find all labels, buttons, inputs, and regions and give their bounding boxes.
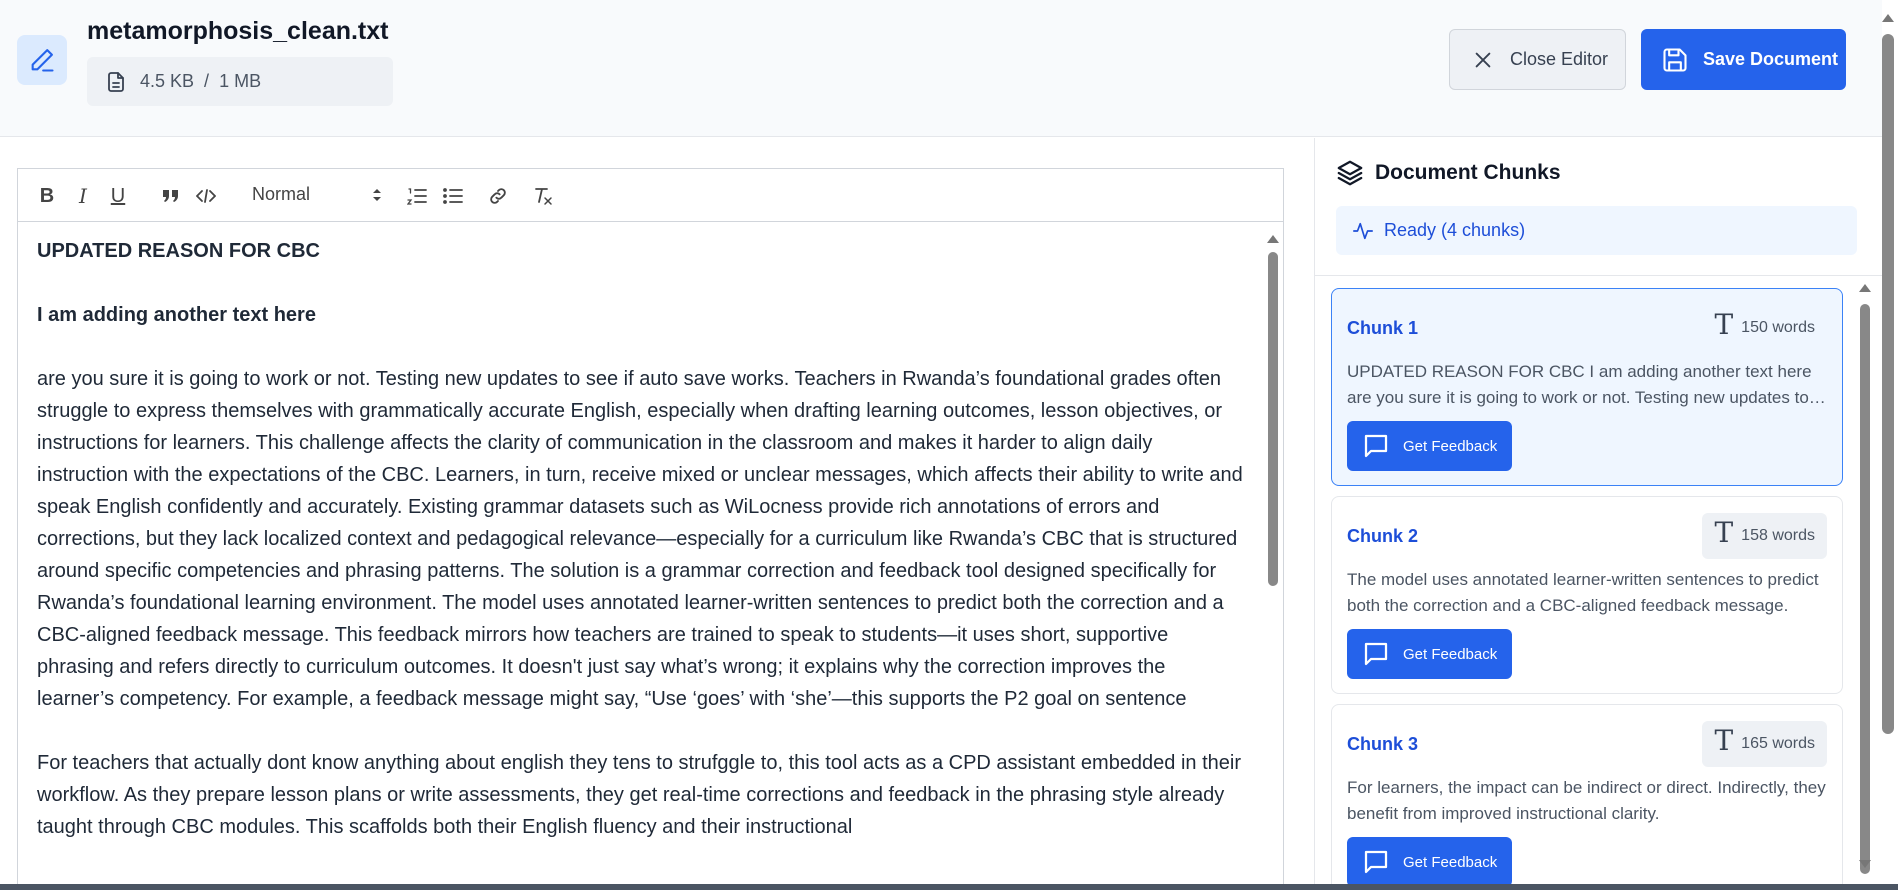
activity-icon xyxy=(1353,222,1373,239)
chunk-preview: For learners, the impact can be indirect… xyxy=(1347,778,1826,823)
panel-scroll-up-icon[interactable] xyxy=(1859,284,1871,292)
code-block-button[interactable] xyxy=(195,183,217,209)
bullet-list-button[interactable] xyxy=(442,183,464,209)
editor-paragraph: For teachers that actually dont know any… xyxy=(37,752,1242,838)
get-feedback-label: Get Feedback xyxy=(1403,853,1498,871)
document-icon xyxy=(108,71,124,92)
quote-icon xyxy=(163,190,178,202)
link-icon xyxy=(490,188,506,204)
chunk-title: Chunk 2 xyxy=(1347,526,1419,546)
bold-button[interactable]: B xyxy=(37,183,57,209)
editor-header: metamorphosis_clean.txt 4.5 KB / 1 MB Cl… xyxy=(0,0,1882,137)
heading-select-value: Normal xyxy=(252,184,311,204)
close-editor-button[interactable]: Close Editor xyxy=(1449,29,1626,90)
message-icon xyxy=(1364,850,1388,874)
save-document-button[interactable]: Save Document xyxy=(1641,29,1846,90)
editor-scroll-up-icon[interactable] xyxy=(1267,235,1279,243)
close-icon xyxy=(1475,52,1491,67)
chunk-word-count: T 165 words xyxy=(1702,721,1827,767)
editor-paragraph: I am adding another text here xyxy=(37,304,316,326)
chunk-preview: The model uses annotated learner-written… xyxy=(1347,570,1819,615)
chunk-card[interactable]: Chunk 3 T 165 words For learners, the imp… xyxy=(1331,704,1843,884)
get-feedback-button[interactable]: Get Feedback xyxy=(1347,421,1512,471)
chunk-title: Chunk 3 xyxy=(1347,734,1419,754)
ordered-list-icon xyxy=(407,188,427,205)
blockquote-button[interactable] xyxy=(160,183,182,209)
editor-area: B I U Normal UPDATED REASON FOR CBC I am… xyxy=(0,138,1314,884)
editor-toolbar: B I U Normal xyxy=(17,168,1284,222)
edit-icon xyxy=(17,35,67,85)
code-icon xyxy=(196,189,216,203)
chunk-card[interactable]: Chunk 1 T 150 words UPDATED REASON FOR CB… xyxy=(1331,288,1843,486)
document-text-editor[interactable]: UPDATED REASON FOR CBC I am adding anoth… xyxy=(17,222,1284,884)
close-editor-label: Close Editor xyxy=(1510,49,1609,69)
save-icon xyxy=(1663,47,1687,72)
chunks-panel: Document Chunks Ready (4 chunks) Chunk 1… xyxy=(1314,138,1883,884)
heading-select[interactable]: Normal xyxy=(252,184,382,205)
window-scrollbar[interactable] xyxy=(1882,34,1894,734)
chunk-status-text: Ready (4 chunks) xyxy=(1384,220,1526,240)
panel-divider xyxy=(1315,275,1883,276)
chunks-title-text: Document Chunks xyxy=(1375,161,1561,184)
panel-scroll-down-icon[interactable] xyxy=(1859,860,1871,868)
chunk-status: Ready (4 chunks) xyxy=(1336,206,1857,255)
clear-format-icon xyxy=(535,188,552,205)
text-icon: T xyxy=(1714,515,1734,549)
window-bottom-edge xyxy=(0,884,1898,890)
bullet-list-icon xyxy=(443,188,463,204)
italic-button[interactable]: I xyxy=(73,183,93,209)
get-feedback-label: Get Feedback xyxy=(1403,645,1498,663)
ordered-list-button[interactable] xyxy=(406,183,428,209)
chunk-title: Chunk 1 xyxy=(1347,318,1419,338)
panel-scrollbar[interactable] xyxy=(1860,304,1870,874)
message-icon xyxy=(1364,434,1388,458)
select-arrows-icon xyxy=(373,188,381,201)
chunk-list: Chunk 1 T 150 words UPDATED REASON FOR CB… xyxy=(1331,288,1843,884)
window-scroll-up-icon[interactable] xyxy=(1882,14,1894,22)
layers-icon xyxy=(1337,160,1363,186)
file-size: 4.5 KB xyxy=(140,71,195,91)
editor-scrollbar[interactable] xyxy=(1268,252,1278,586)
get-feedback-button[interactable]: Get Feedback xyxy=(1347,629,1512,679)
underline-button[interactable]: U xyxy=(107,183,129,209)
size-separator: / xyxy=(204,71,210,91)
chunks-panel-title: Document Chunks xyxy=(1335,158,1561,188)
text-icon: T xyxy=(1714,307,1734,341)
text-icon: T xyxy=(1714,723,1734,757)
chunk-preview: UPDATED REASON FOR CBC I am adding anoth… xyxy=(1347,362,1812,407)
link-button[interactable] xyxy=(486,183,510,209)
get-feedback-button[interactable]: Get Feedback xyxy=(1347,837,1512,884)
chunk-word-count: T 150 words xyxy=(1702,305,1827,351)
word-count-text: 158 words xyxy=(1741,527,1815,544)
editor-paragraph: UPDATED REASON FOR CBC xyxy=(37,240,320,262)
chunk-card[interactable]: Chunk 2 T 158 words The model uses annota… xyxy=(1331,496,1843,694)
clear-format-button[interactable] xyxy=(531,183,555,209)
get-feedback-label: Get Feedback xyxy=(1403,437,1498,455)
chunk-word-count: T 158 words xyxy=(1702,513,1827,559)
word-count-text: 165 words xyxy=(1741,735,1815,752)
editor-paragraph: are you sure it is going to work or not.… xyxy=(37,368,1243,710)
message-icon xyxy=(1364,642,1388,666)
file-name: metamorphosis_clean.txt xyxy=(87,17,389,45)
save-document-label: Save Document xyxy=(1703,49,1839,69)
file-size-info: 4.5 KB / 1 MB xyxy=(87,57,393,106)
word-count-text: 150 words xyxy=(1741,319,1815,336)
size-limit: 1 MB xyxy=(219,71,262,91)
